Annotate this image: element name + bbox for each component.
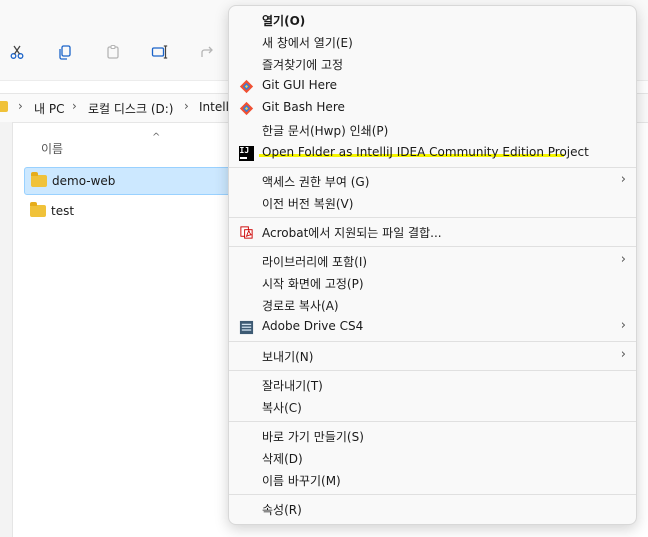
menu-item-label: 열기(O)	[262, 14, 306, 28]
menu-item-label: 새 창에서 열기(E)	[262, 36, 353, 50]
chevron-right-icon: ›	[72, 99, 77, 113]
sort-ascending-icon: ^	[152, 132, 161, 143]
menu-item-rename[interactable]: 이름 바꾸기(M)	[229, 469, 636, 491]
menu-item-open[interactable]: 열기(O)	[229, 9, 636, 31]
folder-icon	[31, 172, 47, 187]
menu-item-give-access[interactable]: 액세스 권한 부여 (G) ›	[229, 170, 636, 192]
context-menu: 열기(O) 새 창에서 열기(E) 즐겨찾기에 고정 Git GUI Here …	[228, 5, 637, 525]
git-icon	[238, 100, 254, 116]
chevron-right-icon: ›	[18, 99, 23, 113]
menu-separator	[229, 217, 636, 218]
menu-item-label: Open Folder as IntelliJ IDEA Community E…	[262, 145, 589, 159]
breadcrumb-local-disk[interactable]: 로컬 디스크 (D:)	[88, 100, 173, 117]
paste-icon[interactable]	[101, 40, 125, 64]
menu-item-hwp-print[interactable]: 한글 문서(Hwp) 인쇄(P)	[229, 119, 636, 141]
chevron-right-icon: ›	[620, 318, 626, 333]
chevron-right-icon: ›	[620, 347, 626, 362]
menu-item-label: 속성(R)	[262, 503, 302, 517]
menu-item-label: 액세스 권한 부여 (G)	[262, 175, 370, 189]
menu-item-label: Git Bash Here	[262, 100, 345, 114]
menu-item-label: Acrobat에서 지원되는 파일 결합...	[262, 226, 442, 240]
chevron-right-icon: ›	[620, 172, 626, 187]
menu-item-label: 라이브러리에 포함(I)	[262, 255, 368, 269]
menu-separator	[229, 167, 636, 168]
menu-item-label: 이전 버전 복원(V)	[262, 197, 354, 211]
intellij-icon: IJ	[238, 145, 254, 161]
menu-item-label: 이름 바꾸기(M)	[262, 474, 341, 488]
menu-item-copy-as-path[interactable]: 경로로 복사(A)	[229, 294, 636, 316]
menu-item-label: Git GUI Here	[262, 78, 338, 92]
menu-item-label: 삭제(D)	[262, 452, 303, 466]
rename-icon[interactable]	[148, 40, 172, 64]
menu-item-label: 보내기(N)	[262, 350, 314, 364]
menu-item-label: 바로 가기 만들기(S)	[262, 430, 364, 444]
file-item-label: demo-web	[52, 174, 116, 188]
menu-item-send-to[interactable]: 보내기(N) ›	[229, 345, 636, 367]
menu-item-label: Adobe Drive CS4	[262, 319, 364, 333]
menu-item-copy[interactable]: 복사(C)	[229, 396, 636, 418]
menu-item-git-bash[interactable]: Git Bash Here	[229, 97, 636, 119]
copy-icon[interactable]	[53, 40, 77, 64]
menu-item-label: 잘라내기(T)	[262, 379, 323, 393]
share-icon[interactable]	[196, 40, 220, 64]
folder-icon	[0, 101, 8, 112]
acrobat-icon	[238, 224, 254, 240]
menu-item-pin-quick-access[interactable]: 즐겨찾기에 고정	[229, 53, 636, 75]
breadcrumb-this-pc[interactable]: 내 PC	[34, 100, 64, 117]
git-icon	[238, 78, 254, 94]
menu-item-properties[interactable]: 속성(R)	[229, 498, 636, 520]
menu-item-restore-previous[interactable]: 이전 버전 복원(V)	[229, 192, 636, 214]
menu-item-label: 복사(C)	[262, 401, 302, 415]
chevron-right-icon: ›	[620, 252, 626, 267]
menu-item-open-new-window[interactable]: 새 창에서 열기(E)	[229, 31, 636, 53]
menu-separator	[229, 494, 636, 495]
menu-item-include-library[interactable]: 라이브러리에 포함(I) ›	[229, 250, 636, 272]
menu-separator	[229, 341, 636, 342]
menu-item-label: 즐겨찾기에 고정	[262, 58, 344, 72]
cut-icon[interactable]	[5, 40, 29, 64]
file-item-test[interactable]: test	[24, 198, 229, 224]
navigation-pane[interactable]	[0, 122, 13, 537]
menu-item-cut[interactable]: 잘라내기(T)	[229, 374, 636, 396]
menu-separator	[229, 246, 636, 247]
menu-item-adobe-drive[interactable]: Adobe Drive CS4 ›	[229, 316, 636, 338]
file-item-demo-web[interactable]: demo-web	[24, 167, 231, 195]
file-item-label: test	[51, 204, 75, 218]
chevron-right-icon: ›	[184, 99, 189, 113]
folder-icon	[30, 202, 46, 217]
menu-item-label: 시작 화면에 고정(P)	[262, 277, 364, 291]
menu-item-label: 한글 문서(Hwp) 인쇄(P)	[262, 124, 389, 138]
menu-separator	[229, 421, 636, 422]
menu-item-create-shortcut[interactable]: 바로 가기 만들기(S)	[229, 425, 636, 447]
menu-item-delete[interactable]: 삭제(D)	[229, 447, 636, 469]
menu-separator	[229, 370, 636, 371]
menu-item-acrobat-combine[interactable]: Acrobat에서 지원되는 파일 결합...	[229, 221, 636, 243]
adobe-drive-icon	[238, 319, 254, 335]
column-header-name[interactable]: 이름	[41, 140, 63, 157]
menu-item-label: 경로로 복사(A)	[262, 299, 339, 313]
menu-item-pin-start[interactable]: 시작 화면에 고정(P)	[229, 272, 636, 294]
menu-item-git-gui[interactable]: Git GUI Here	[229, 75, 636, 97]
menu-item-open-intellij[interactable]: IJ Open Folder as IntelliJ IDEA Communit…	[229, 142, 636, 164]
